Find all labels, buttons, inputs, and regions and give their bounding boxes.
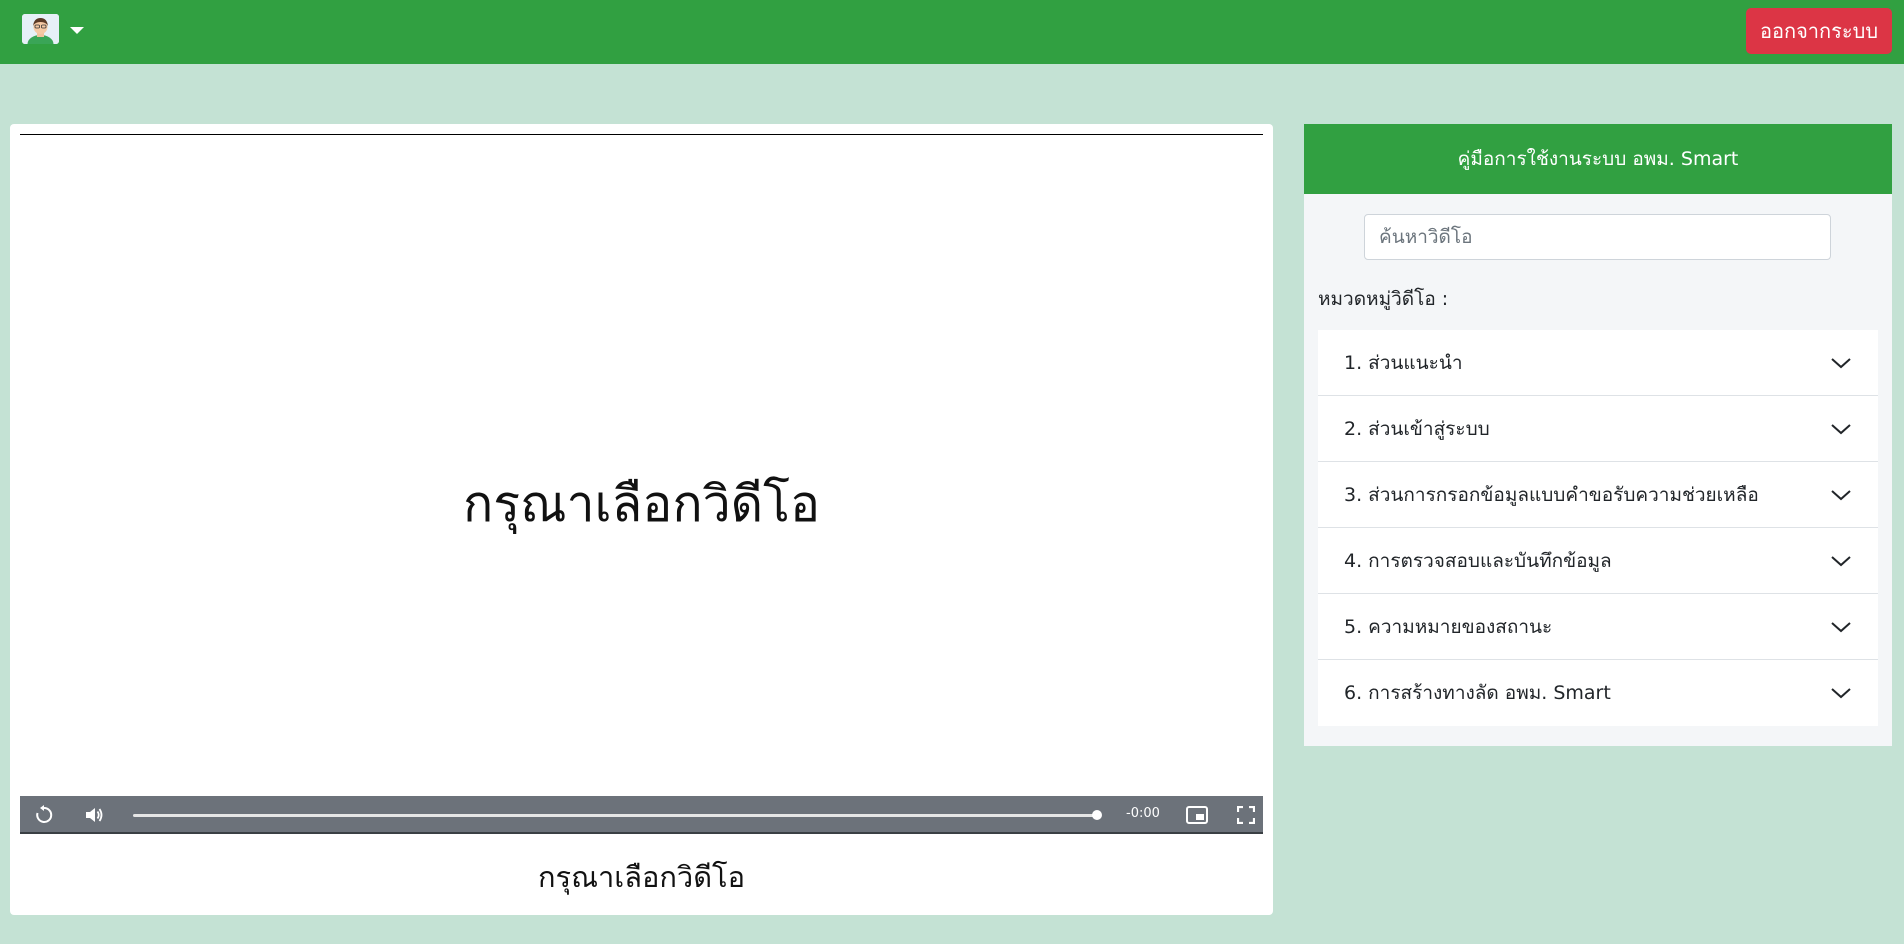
accordion-item-intro[interactable]: 1. ส่วนแนะนำ	[1318, 330, 1878, 396]
top-navbar: ออกจากระบบ	[0, 0, 1904, 64]
accordion-item-shortcut[interactable]: 6. การสร้างทางลัด อพม. Smart	[1318, 660, 1878, 726]
chevron-down-icon	[1831, 622, 1851, 633]
picture-in-picture-icon[interactable]	[1185, 803, 1209, 827]
chevron-down-icon	[1831, 688, 1851, 699]
video-title: กรุณาเลือกวิดีโอ	[537, 860, 746, 894]
video-guide-sidebar: คู่มือการใช้งานระบบ อพม. Smart หมวดหมู่ว…	[1304, 124, 1892, 746]
accordion-item-login[interactable]: 2. ส่วนเข้าสู่ระบบ	[1318, 396, 1878, 462]
category-accordion: 1. ส่วนแนะนำ 2. ส่วนเข้าสู่ระบบ 3. ส่วนก…	[1318, 330, 1878, 726]
replay-icon[interactable]	[32, 803, 56, 827]
chevron-down-icon	[1831, 490, 1851, 501]
chevron-down-icon	[1831, 424, 1851, 435]
accordion-item-label: 3. ส่วนการกรอกข้อมูลแบบคำขอรับความช่วยเห…	[1344, 483, 1759, 506]
accordion-item-verify-save[interactable]: 4. การตรวจสอบและบันทึกข้อมูล	[1318, 528, 1878, 594]
accordion-item-label: 1. ส่วนแนะนำ	[1344, 351, 1463, 374]
video-controls: -0:00	[20, 796, 1263, 834]
accordion-item-status-meaning[interactable]: 5. ความหมายของสถานะ	[1318, 594, 1878, 660]
progress-bar[interactable]	[133, 814, 1097, 817]
accordion-item-label: 6. การสร้างทางลัด อพม. Smart	[1344, 682, 1611, 704]
category-label: หมวดหมู่วิดีโอ :	[1318, 288, 1449, 310]
accordion-item-label: 5. ความหมายของสถานะ	[1344, 615, 1553, 638]
video-card: กรุณาเลือกวิดีโอ -0:00 กรุณาเลือกวิดีโอ	[10, 124, 1273, 915]
video-placeholder-text: กรุณาเลือกวิดีโอ	[462, 475, 821, 533]
video-player[interactable]: กรุณาเลือกวิดีโอ	[20, 134, 1263, 831]
chevron-down-icon	[1831, 556, 1851, 567]
accordion-item-request-form[interactable]: 3. ส่วนการกรอกข้อมูลแบบคำขอรับความช่วยเห…	[1318, 462, 1878, 528]
time-remaining: -0:00	[1126, 806, 1160, 821]
sidebar-title: คู่มือการใช้งานระบบ อพม. Smart	[1304, 124, 1892, 194]
logout-button[interactable]: ออกจากระบบ	[1746, 8, 1892, 54]
progress-thumb[interactable]	[1092, 810, 1102, 820]
fullscreen-icon[interactable]	[1234, 803, 1258, 827]
user-avatar-icon[interactable]	[22, 14, 59, 44]
search-video-input[interactable]	[1364, 214, 1831, 260]
caret-down-icon[interactable]	[70, 27, 84, 34]
chevron-down-icon	[1831, 358, 1851, 369]
accordion-item-label: 2. ส่วนเข้าสู่ระบบ	[1344, 417, 1490, 440]
volume-icon[interactable]	[82, 803, 106, 827]
accordion-item-label: 4. การตรวจสอบและบันทึกข้อมูล	[1344, 549, 1612, 572]
